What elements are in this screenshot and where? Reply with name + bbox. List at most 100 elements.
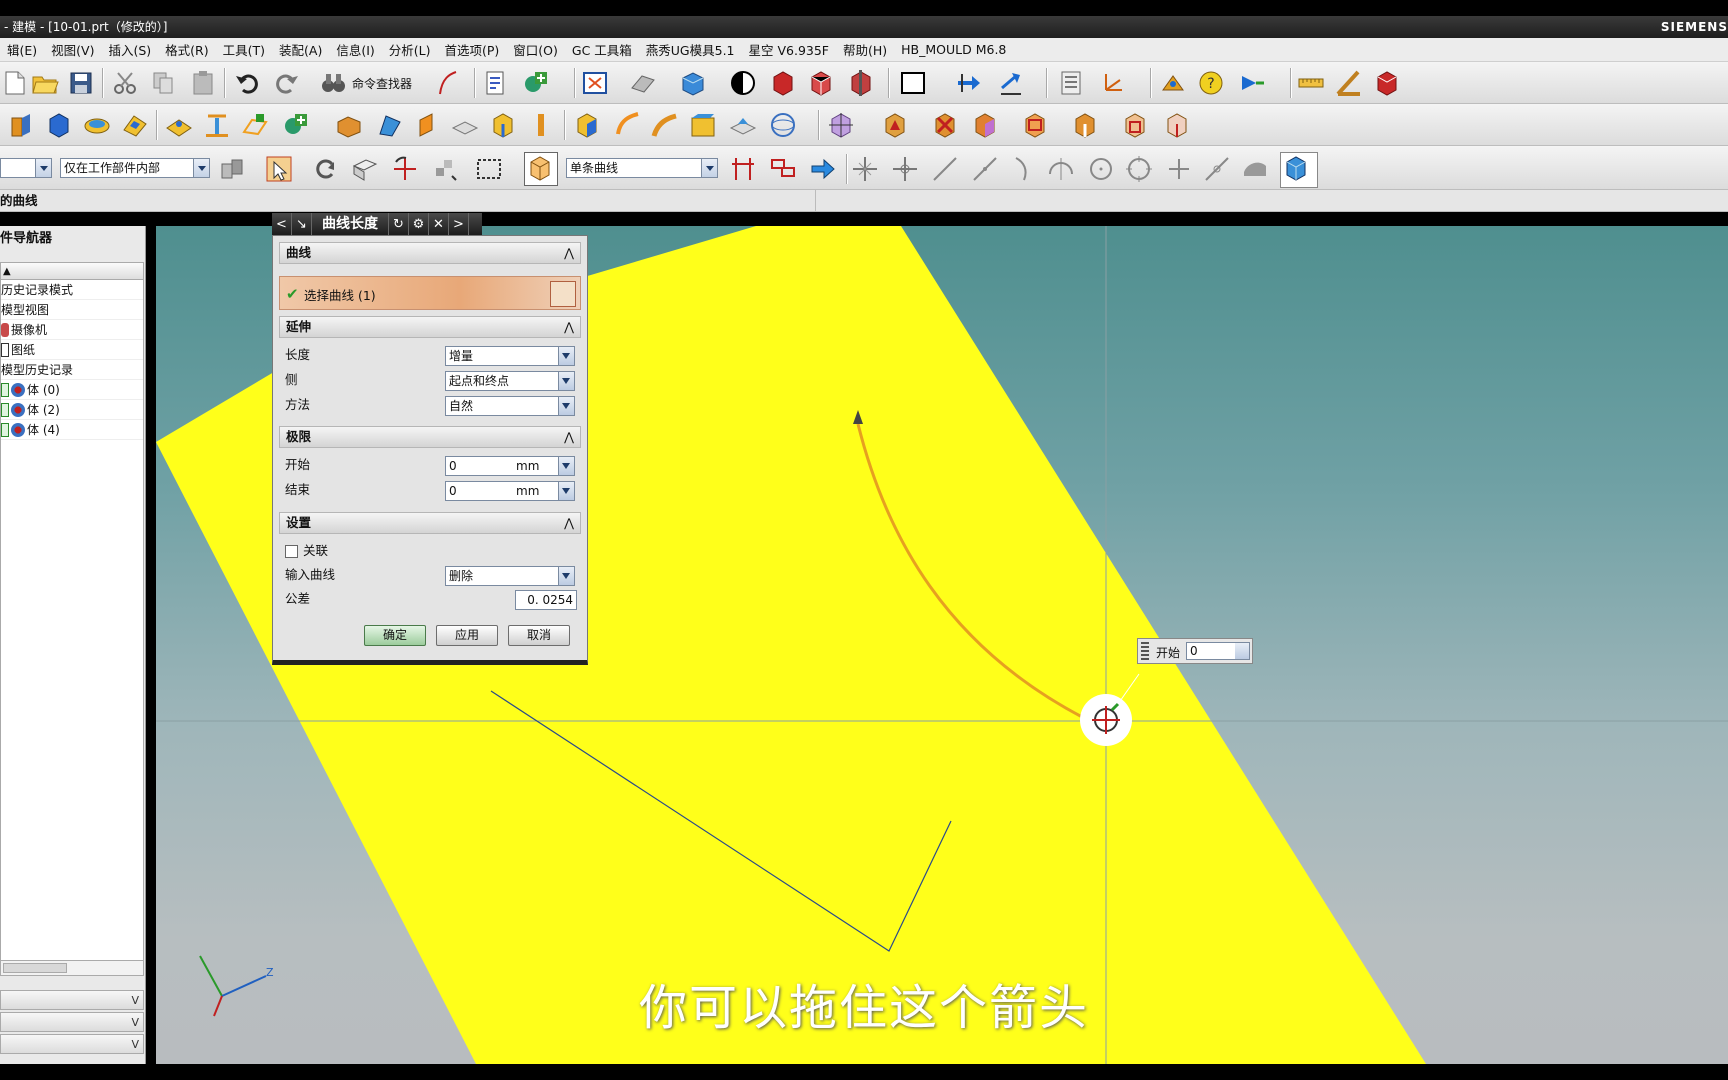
menu-analysis[interactable]: 分析(L) bbox=[382, 40, 438, 59]
select-curve-row[interactable]: ✔ 选择曲线 (1) bbox=[279, 276, 581, 310]
tree-item-model-views[interactable]: 模型视图 bbox=[1, 300, 143, 320]
sweep-icon[interactable] bbox=[612, 110, 642, 140]
onscreen-start-input[interactable]: 开始 0 bbox=[1137, 638, 1253, 664]
cancel-button[interactable]: 取消 bbox=[508, 625, 570, 646]
assembly-filter-icon[interactable] bbox=[218, 154, 248, 184]
snap-center-icon[interactable] bbox=[1086, 154, 1116, 184]
redo-icon[interactable] bbox=[272, 68, 302, 98]
tree-item-body-0[interactable]: 体 (0) bbox=[1, 380, 143, 400]
back-icon[interactable]: < bbox=[272, 213, 292, 235]
open-folder-icon[interactable] bbox=[30, 68, 60, 98]
associative-checkbox[interactable] bbox=[285, 545, 298, 558]
copy-icon[interactable] bbox=[148, 68, 178, 98]
extrude-icon[interactable] bbox=[6, 110, 36, 140]
end-input[interactable]: 0 mm bbox=[445, 481, 575, 501]
menu-info[interactable]: 信息(I) bbox=[329, 40, 381, 59]
close-icon[interactable]: ✕ bbox=[429, 213, 449, 235]
menu-view[interactable]: 视图(V) bbox=[44, 40, 101, 59]
onscreen-start-field[interactable]: 0 bbox=[1186, 642, 1250, 660]
group-extend[interactable]: 延伸 ⋀ bbox=[279, 316, 581, 338]
grip-handle[interactable] bbox=[1141, 642, 1149, 660]
snap-endpoint-icon[interactable] bbox=[850, 154, 880, 184]
menu-insert[interactable]: 插入(S) bbox=[101, 40, 158, 59]
new-file-icon[interactable] bbox=[0, 68, 30, 98]
ok-button[interactable]: 确定 bbox=[364, 625, 426, 646]
datum-plane-icon[interactable] bbox=[240, 110, 270, 140]
menu-window[interactable]: 窗口(O) bbox=[506, 40, 565, 59]
snap-3d-cube-icon[interactable] bbox=[1280, 152, 1318, 188]
menu-tools[interactable]: 工具(T) bbox=[216, 40, 272, 59]
side-dropdown[interactable]: 起点和终点 bbox=[445, 371, 575, 391]
pocket-icon[interactable] bbox=[120, 110, 150, 140]
menu-preferences[interactable]: 首选项(P) bbox=[438, 40, 507, 59]
start-input[interactable]: 0 mm bbox=[445, 456, 575, 476]
tolerance-input[interactable]: 0. 0254 bbox=[515, 590, 577, 610]
point-set-icon[interactable] bbox=[280, 110, 310, 140]
measure-body-icon[interactable] bbox=[1372, 68, 1402, 98]
background-icon[interactable] bbox=[768, 68, 798, 98]
thicken-icon[interactable] bbox=[728, 110, 758, 140]
snap-view-icon[interactable] bbox=[1238, 68, 1268, 98]
sync-group-icon[interactable] bbox=[1120, 110, 1150, 140]
through-curves-icon[interactable] bbox=[688, 110, 718, 140]
menu-xingkong[interactable]: 星空 V6.935F bbox=[742, 40, 837, 59]
length-dropdown[interactable]: 增量 bbox=[445, 346, 575, 366]
render-style-icon[interactable] bbox=[728, 68, 758, 98]
measure-distance-icon[interactable] bbox=[1296, 68, 1326, 98]
sync-resize-icon[interactable] bbox=[1070, 110, 1100, 140]
snap-tangent-icon[interactable] bbox=[1046, 154, 1076, 184]
boss-icon[interactable] bbox=[526, 110, 556, 140]
edge-blend-icon[interactable] bbox=[374, 110, 404, 140]
save-icon[interactable] bbox=[66, 68, 96, 98]
rib-icon[interactable] bbox=[202, 110, 232, 140]
tree-item-drawings[interactable]: 图纸 bbox=[1, 340, 143, 360]
menu-gc-toolbox[interactable]: GC 工具箱 bbox=[565, 40, 639, 59]
settings-icon[interactable]: ⚙ bbox=[409, 213, 429, 235]
pad-icon[interactable] bbox=[82, 110, 112, 140]
help-icon[interactable]: ? bbox=[1196, 68, 1226, 98]
collapse-up-icon[interactable]: ⋀ bbox=[564, 317, 574, 337]
fit-view-icon[interactable] bbox=[580, 68, 610, 98]
csys-icon[interactable] bbox=[1098, 68, 1128, 98]
sync-move-face-icon[interactable] bbox=[826, 110, 856, 140]
reset-icon[interactable]: ↻ bbox=[389, 213, 409, 235]
measure-angle-icon[interactable] bbox=[1334, 68, 1364, 98]
deselect-icon[interactable] bbox=[310, 154, 340, 184]
trim-body-icon[interactable] bbox=[650, 110, 680, 140]
arrow-down-icon[interactable] bbox=[558, 457, 574, 475]
apply-button[interactable]: 应用 bbox=[436, 625, 498, 646]
quick-pick-icon[interactable] bbox=[430, 154, 460, 184]
arrow-down-icon[interactable] bbox=[558, 482, 574, 500]
snap-intersection-icon[interactable] bbox=[1164, 154, 1194, 184]
snap-on-face-icon[interactable] bbox=[1240, 154, 1270, 184]
collapse-up-icon[interactable]: ⋀ bbox=[564, 513, 574, 533]
input-curve-dropdown[interactable]: 删除 bbox=[445, 566, 575, 586]
select-all-icon[interactable] bbox=[264, 154, 294, 184]
snap-control-icon[interactable] bbox=[970, 154, 1000, 184]
block-icon[interactable] bbox=[44, 110, 74, 140]
arrow-right-icon[interactable] bbox=[808, 154, 838, 184]
curve-tool-icon[interactable] bbox=[432, 68, 462, 98]
sync-delete-face-icon[interactable] bbox=[930, 110, 960, 140]
wireframe-icon[interactable] bbox=[768, 110, 798, 140]
snap-midpoint-icon[interactable] bbox=[890, 154, 920, 184]
snap-line-icon[interactable] bbox=[930, 154, 960, 184]
work-view-toggle[interactable] bbox=[524, 152, 558, 186]
arrow-down-icon[interactable] bbox=[1235, 643, 1249, 659]
rotate-object-icon[interactable] bbox=[996, 68, 1026, 98]
tree-item-body-2[interactable]: 体 (2) bbox=[1, 400, 143, 420]
sync-replace-face-icon[interactable] bbox=[970, 110, 1000, 140]
group-settings[interactable]: 设置 ⋀ bbox=[279, 512, 581, 534]
tree-item-model-history[interactable]: 模型历史记录 bbox=[1, 360, 143, 380]
chamfer-icon[interactable] bbox=[412, 110, 442, 140]
section-view-icon[interactable] bbox=[806, 68, 836, 98]
sync-pull-face-icon[interactable] bbox=[880, 110, 910, 140]
hole-icon[interactable] bbox=[488, 110, 518, 140]
wcs-icon[interactable] bbox=[1158, 68, 1188, 98]
command-finder-button[interactable]: 命令查找器 bbox=[318, 68, 412, 98]
layer-icon[interactable] bbox=[898, 68, 928, 98]
menu-format[interactable]: 格式(R) bbox=[158, 40, 215, 59]
snap-point-icon[interactable] bbox=[390, 154, 420, 184]
curve-rule-dropdown[interactable]: 单条曲线 bbox=[566, 158, 718, 178]
rectangle-select-icon[interactable] bbox=[474, 154, 504, 184]
